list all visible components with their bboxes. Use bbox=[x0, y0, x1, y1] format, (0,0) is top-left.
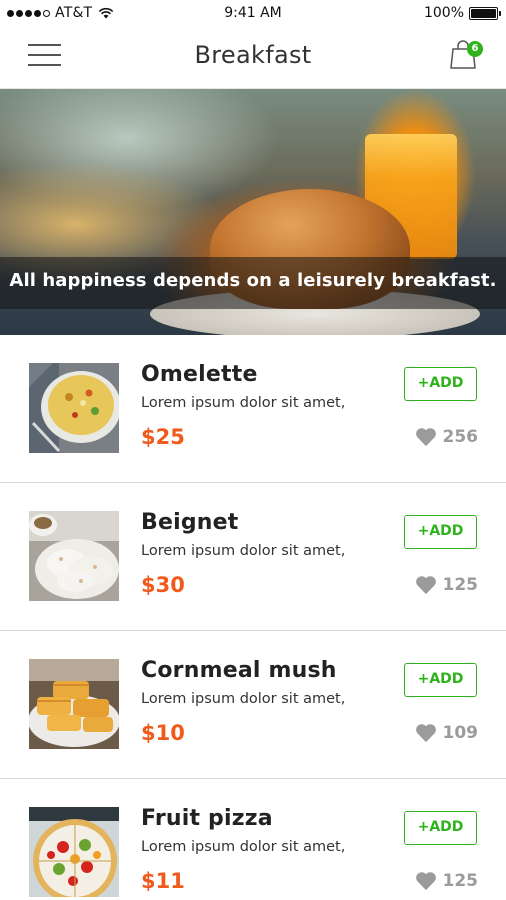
item-description: Lorem ipsum dolor sit amet, bbox=[141, 691, 346, 707]
cart-count-badge: 6 bbox=[467, 41, 483, 57]
like-count-value: 256 bbox=[442, 427, 479, 447]
item-description: Lorem ipsum dolor sit amet, bbox=[141, 543, 346, 559]
list-item[interactable]: Omelette Lorem ipsum dolor sit amet, $25… bbox=[0, 335, 506, 483]
list-item[interactable]: Beignet Lorem ipsum dolor sit amet, $30 … bbox=[0, 483, 506, 631]
item-name: Cornmeal mush bbox=[141, 658, 337, 683]
status-right: 100% bbox=[423, 5, 501, 21]
add-button[interactable]: +ADD bbox=[404, 367, 477, 401]
beignet-thumbnail bbox=[29, 511, 119, 601]
fruit-pizza-thumbnail bbox=[29, 807, 119, 897]
item-description: Lorem ipsum dolor sit amet, bbox=[141, 839, 346, 855]
battery-percent: 100% bbox=[423, 5, 464, 21]
like-count-value: 125 bbox=[442, 871, 479, 891]
item-name: Fruit pizza bbox=[141, 806, 273, 831]
item-price: $25 bbox=[141, 425, 185, 449]
item-price: $10 bbox=[141, 721, 185, 745]
hero-caption-band: All happiness depends on a leisurely bre… bbox=[0, 257, 506, 309]
like-count-value: 125 bbox=[442, 575, 479, 595]
heart-icon[interactable] bbox=[415, 723, 437, 743]
hero-banner: All happiness depends on a leisurely bre… bbox=[0, 89, 506, 335]
heart-icon[interactable] bbox=[415, 427, 437, 447]
like-count[interactable]: 256 bbox=[415, 427, 479, 447]
add-button[interactable]: +ADD bbox=[404, 811, 477, 845]
item-name: Omelette bbox=[141, 362, 258, 387]
like-count[interactable]: 109 bbox=[415, 723, 479, 743]
list-item[interactable]: Fruit pizza Lorem ipsum dolor sit amet, … bbox=[0, 779, 506, 900]
item-name: Beignet bbox=[141, 510, 239, 535]
item-price: $30 bbox=[141, 573, 185, 597]
like-count-value: 109 bbox=[442, 723, 479, 743]
add-button[interactable]: +ADD bbox=[404, 515, 477, 549]
add-button[interactable]: +ADD bbox=[404, 663, 477, 697]
item-price: $11 bbox=[141, 869, 185, 893]
cornmeal-mush-thumbnail bbox=[29, 659, 119, 749]
heart-icon[interactable] bbox=[415, 575, 437, 595]
battery-icon bbox=[469, 6, 501, 20]
page-title: Breakfast bbox=[194, 41, 312, 69]
omelette-thumbnail bbox=[29, 363, 119, 453]
hero-caption: All happiness depends on a leisurely bre… bbox=[9, 270, 497, 291]
status-bar: AT&T 9:41 AM 100% bbox=[0, 0, 506, 28]
nav-bar: Breakfast 6 bbox=[0, 28, 506, 89]
item-description: Lorem ipsum dolor sit amet, bbox=[141, 395, 346, 411]
list-item[interactable]: Cornmeal mush Lorem ipsum dolor sit amet… bbox=[0, 631, 506, 779]
like-count[interactable]: 125 bbox=[415, 871, 479, 891]
like-count[interactable]: 125 bbox=[415, 575, 479, 595]
heart-icon[interactable] bbox=[415, 871, 437, 891]
